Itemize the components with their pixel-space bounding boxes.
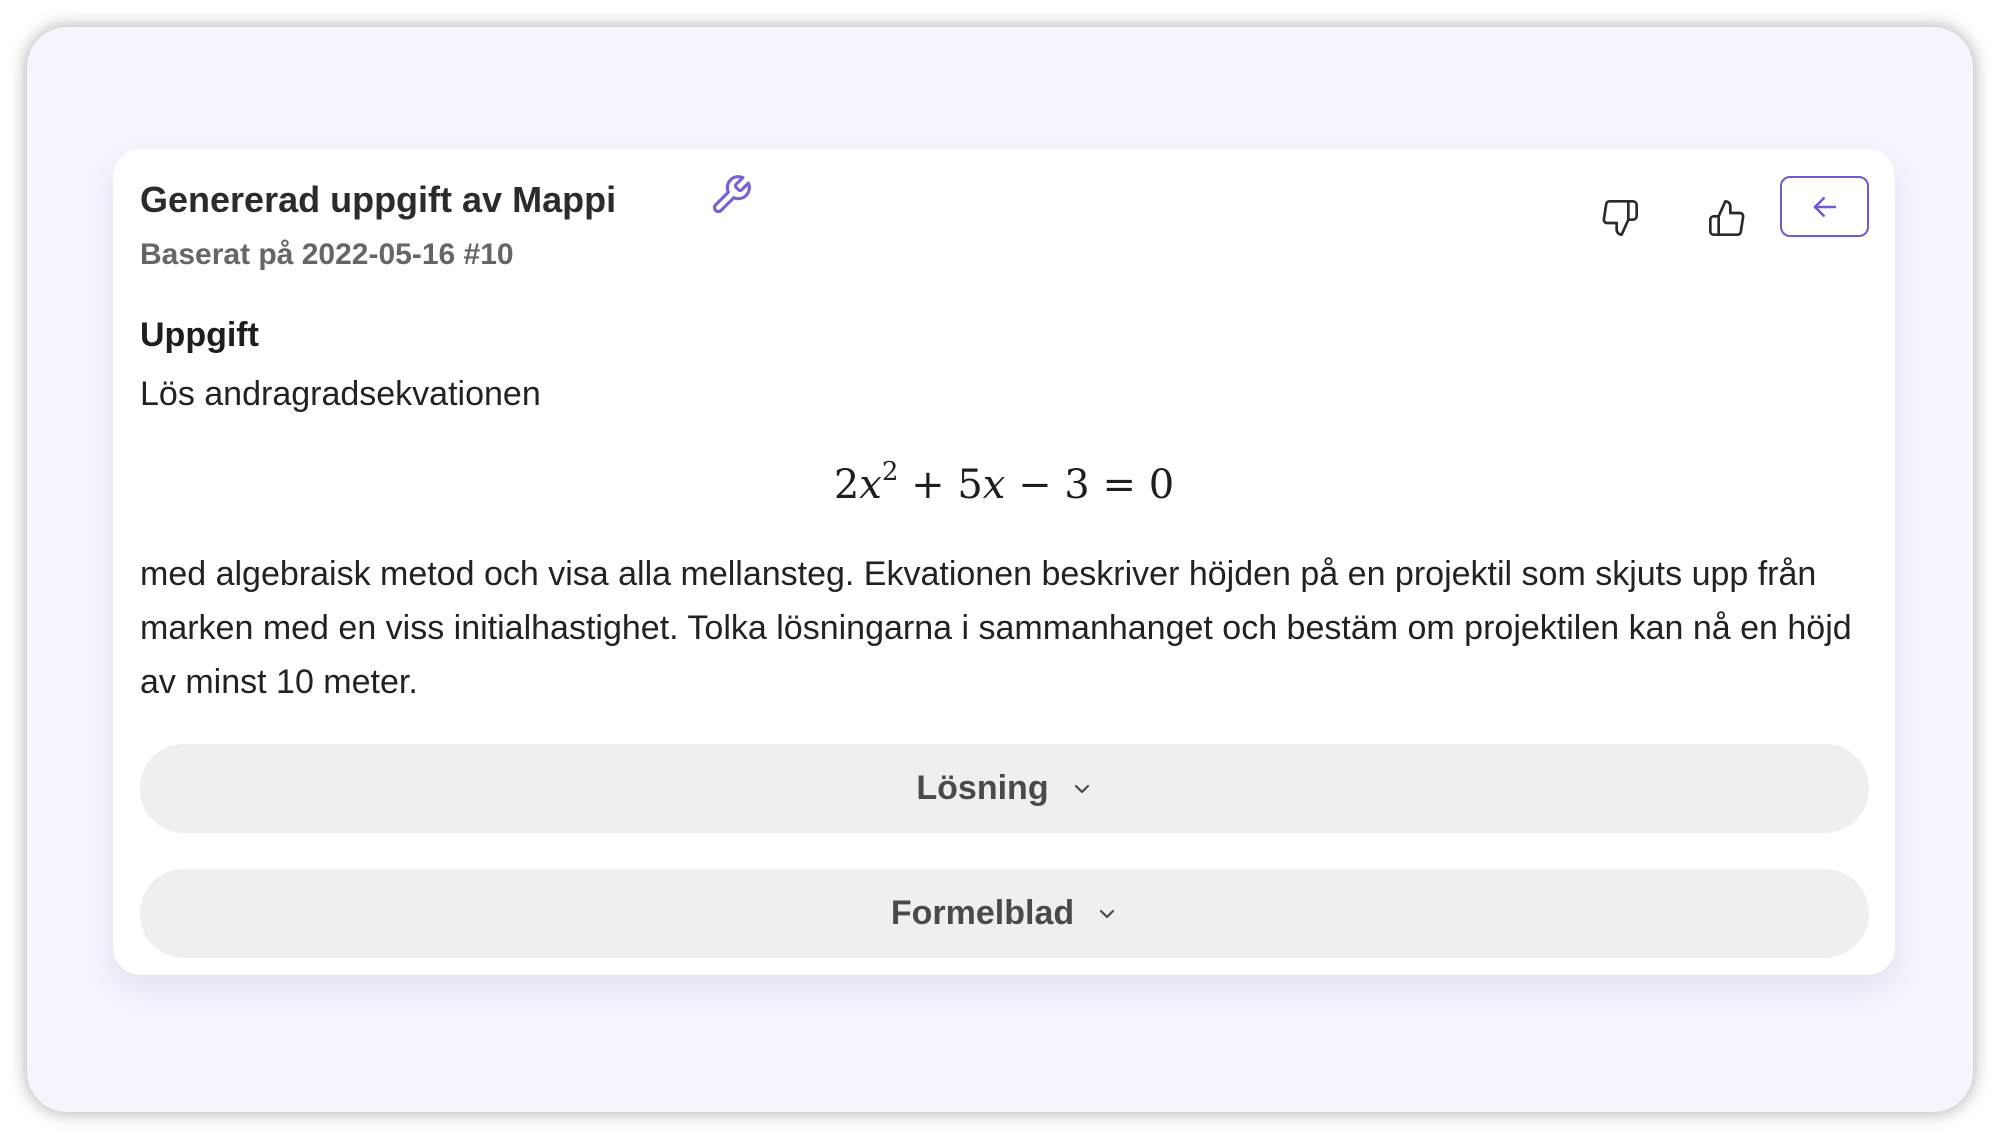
- thumbs-down-button[interactable]: [1593, 191, 1647, 245]
- quadratic-equation: 2x2 + 5x − 3 = 0: [113, 457, 1895, 508]
- equation-middle: + 5: [898, 462, 983, 508]
- back-button[interactable]: [1780, 176, 1869, 237]
- solution-label: Lösning: [916, 769, 1049, 807]
- equation-tail: − 3 = 0: [1005, 462, 1175, 508]
- arrow-left-icon: [1813, 196, 1836, 217]
- card-title: Genererad uppgift av Mappi: [140, 179, 617, 220]
- chevron-down-icon: [1074, 784, 1089, 793]
- equation-coef: 2: [833, 462, 860, 508]
- thumbs-up-button[interactable]: [1700, 191, 1754, 245]
- card-subtitle: Baserat på 2022-05-16 #10: [140, 238, 514, 271]
- task-body: med algebraisk metod och visa alla mella…: [140, 555, 1852, 701]
- wrench-icon[interactable]: [709, 173, 753, 217]
- task-intro: Lös andragradsekvationen: [140, 375, 541, 413]
- chevron-down-icon: [1100, 909, 1115, 918]
- equation-exponent: 2: [881, 457, 899, 487]
- thumbs-down-icon: [1602, 200, 1638, 237]
- task-heading: Uppgift: [140, 316, 259, 354]
- formulas-accordion[interactable]: Formelblad: [140, 869, 1869, 958]
- equation-var: x: [859, 462, 882, 508]
- thumbs-up-icon: [1709, 200, 1745, 237]
- solution-accordion[interactable]: Lösning: [140, 744, 1869, 833]
- app-frame: Genererad uppgift av Mappi Baserat på 20…: [27, 27, 1973, 1112]
- formulas-label: Formelblad: [890, 894, 1075, 932]
- equation-var-2: x: [982, 462, 1006, 508]
- task-card: Genererad uppgift av Mappi Baserat på 20…: [113, 149, 1895, 975]
